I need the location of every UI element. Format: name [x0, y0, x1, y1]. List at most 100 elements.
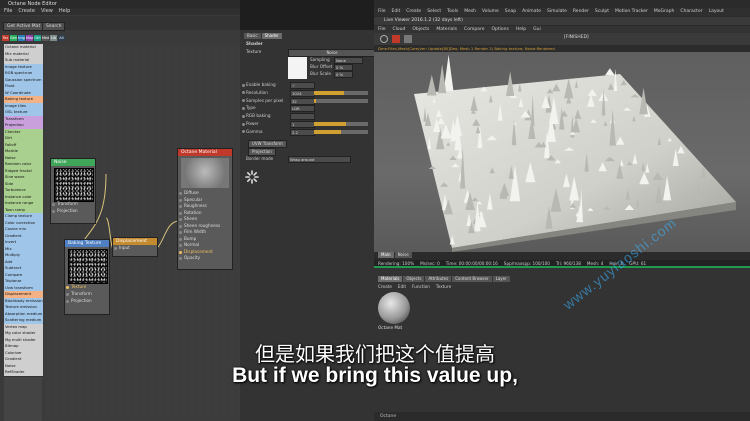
material-menu-item[interactable]: Create: [378, 284, 392, 289]
blur-scale-field[interactable]: 0 %: [334, 71, 353, 78]
app-menu-item[interactable]: Render: [573, 8, 589, 16]
material-input[interactable]: Opacity: [178, 255, 232, 262]
material-inputs: Diffuse Specular Roughness Rotation Sheen She…: [178, 190, 232, 262]
viewer-menu-item[interactable]: Cloud: [393, 26, 406, 33]
baking-input-transform[interactable]: Transform: [65, 291, 92, 298]
filter-0[interactable]: Tex: [2, 35, 9, 41]
menu-view[interactable]: View: [41, 8, 53, 15]
texture-noise-button[interactable]: Noise: [288, 49, 376, 57]
filter-2[interactable]: Img: [18, 35, 25, 41]
filter-6[interactable]: Lib: [50, 35, 57, 41]
attr-value[interactable]: LDR: [290, 105, 315, 113]
subtitle-english: But if we bring this value up,: [232, 364, 518, 387]
viewer-menu-item[interactable]: Help: [516, 26, 526, 33]
attr-value[interactable]: ✓: [290, 82, 315, 89]
displacement-node[interactable]: Displacement Input: [112, 237, 158, 257]
stop-icon[interactable]: [392, 35, 400, 43]
material-tab[interactable]: Content Browser: [452, 276, 492, 282]
app-menu-item[interactable]: MoGraph: [654, 8, 674, 16]
attr-value[interactable]: 1: [290, 121, 315, 128]
app-menu-item[interactable]: Layout: [709, 8, 724, 16]
viewer-menu-item[interactable]: Compare: [464, 26, 484, 33]
menu-help[interactable]: Help: [59, 8, 70, 15]
material-tab[interactable]: Layer: [492, 276, 510, 282]
viewer-menu-item[interactable]: Gui: [533, 26, 541, 33]
attr-slider[interactable]: [314, 122, 368, 126]
filter-1[interactable]: Gen: [10, 35, 17, 41]
app-menu-item[interactable]: Volume: [482, 8, 499, 16]
input-pin[interactable]: [179, 250, 182, 254]
attr-value[interactable]: 1024: [290, 89, 315, 97]
viewer-menu-item[interactable]: File: [378, 26, 386, 33]
input-pin[interactable]: [179, 211, 182, 215]
app-menu-item[interactable]: Character: [680, 8, 702, 16]
blur-offset-field[interactable]: 0 %: [334, 64, 353, 71]
material-tabs: Materials Objects Attributes Content Browse…: [378, 276, 510, 282]
noise-node[interactable]: Noise Transform Projection: [50, 158, 96, 224]
attr-value[interactable]: 2.2: [290, 128, 315, 136]
input-pin[interactable]: [179, 198, 182, 202]
pause-icon[interactable]: [404, 35, 412, 43]
viewer-menu-item[interactable]: Objects: [412, 26, 429, 33]
bottom-bar: Octane: [374, 412, 750, 421]
tab-basic[interactable]: Basic: [244, 33, 261, 39]
uvw-transform-button[interactable]: UVW Transform: [248, 140, 287, 148]
attr-slider[interactable]: [314, 90, 368, 95]
input-pin[interactable]: [179, 192, 182, 195]
app-menu-item[interactable]: Animate: [522, 8, 541, 16]
input-pin[interactable]: [179, 218, 182, 221]
material-menu-item[interactable]: Edit: [398, 284, 406, 289]
menu-create[interactable]: Create: [18, 8, 35, 15]
input-pin[interactable]: [179, 205, 182, 208]
tab-main[interactable]: Main: [378, 252, 394, 258]
material-tab[interactable]: Materials: [378, 276, 403, 282]
filter-5[interactable]: Med: [42, 35, 49, 41]
app-menu-item[interactable]: Motion Tracker: [615, 8, 648, 16]
noise-input-transform[interactable]: Transform: [51, 201, 78, 208]
attr-slider[interactable]: [314, 129, 368, 134]
attr-value[interactable]: [290, 113, 315, 121]
app-menu-item[interactable]: Select: [427, 8, 441, 16]
material-menu-item[interactable]: Function: [412, 284, 430, 289]
input-pin[interactable]: [179, 224, 182, 228]
baking-input-projection[interactable]: Projection: [65, 298, 92, 305]
app-menu-item[interactable]: Tools: [447, 8, 458, 16]
search-button[interactable]: Search: [42, 22, 66, 31]
app-menu-item[interactable]: Edit: [392, 8, 401, 16]
material-thumbnail[interactable]: [378, 292, 410, 324]
filter-4[interactable]: Oth: [34, 35, 41, 41]
menu-file[interactable]: File: [4, 8, 12, 15]
viewer-menu-item[interactable]: Options: [491, 26, 508, 33]
app-menu-item[interactable]: Mesh: [464, 8, 476, 16]
baking-texture-node[interactable]: Baking Texture Texture Transform Project…: [64, 239, 110, 315]
border-mode-select[interactable]: Wrap around: [288, 156, 351, 163]
baking-input-texture[interactable]: Texture: [65, 284, 86, 291]
app-menu-item[interactable]: Simulate: [547, 8, 567, 16]
app-menu-item[interactable]: File: [378, 8, 386, 16]
viewer-menu-item[interactable]: Materials: [436, 26, 457, 33]
input-pin[interactable]: [179, 231, 182, 234]
filter-3[interactable]: Map: [26, 35, 33, 41]
sampling-field[interactable]: None: [334, 57, 363, 64]
projection-button[interactable]: Projection: [248, 148, 276, 156]
render-view[interactable]: [374, 52, 750, 252]
app-menu-item[interactable]: Snap: [505, 8, 516, 16]
displacement-input[interactable]: Input: [113, 245, 157, 252]
input-pin[interactable]: [179, 237, 182, 241]
tab-shader[interactable]: Shader: [261, 33, 282, 39]
input-pin[interactable]: [179, 244, 182, 247]
app-menu-item[interactable]: Sculpt: [595, 8, 609, 16]
refresh-icon[interactable]: [380, 35, 388, 43]
app-menu-item[interactable]: Create: [406, 8, 421, 16]
material-tab[interactable]: Attributes: [425, 276, 452, 282]
get-active-mat-button[interactable]: Get Active Mat: [3, 22, 45, 31]
tab-noise[interactable]: Noise: [394, 252, 412, 258]
filter-7[interactable]: All: [58, 35, 65, 41]
noise-input-projection[interactable]: Projection: [51, 208, 78, 215]
attr-slider[interactable]: [314, 98, 368, 103]
input-pin[interactable]: [179, 257, 182, 260]
material-menu-item[interactable]: Texture: [436, 284, 451, 289]
octane-material-node[interactable]: Octane Material Diffuse Specular Roughness…: [177, 148, 233, 270]
attr-value[interactable]: 32: [290, 97, 315, 105]
material-tab[interactable]: Objects: [403, 276, 425, 282]
